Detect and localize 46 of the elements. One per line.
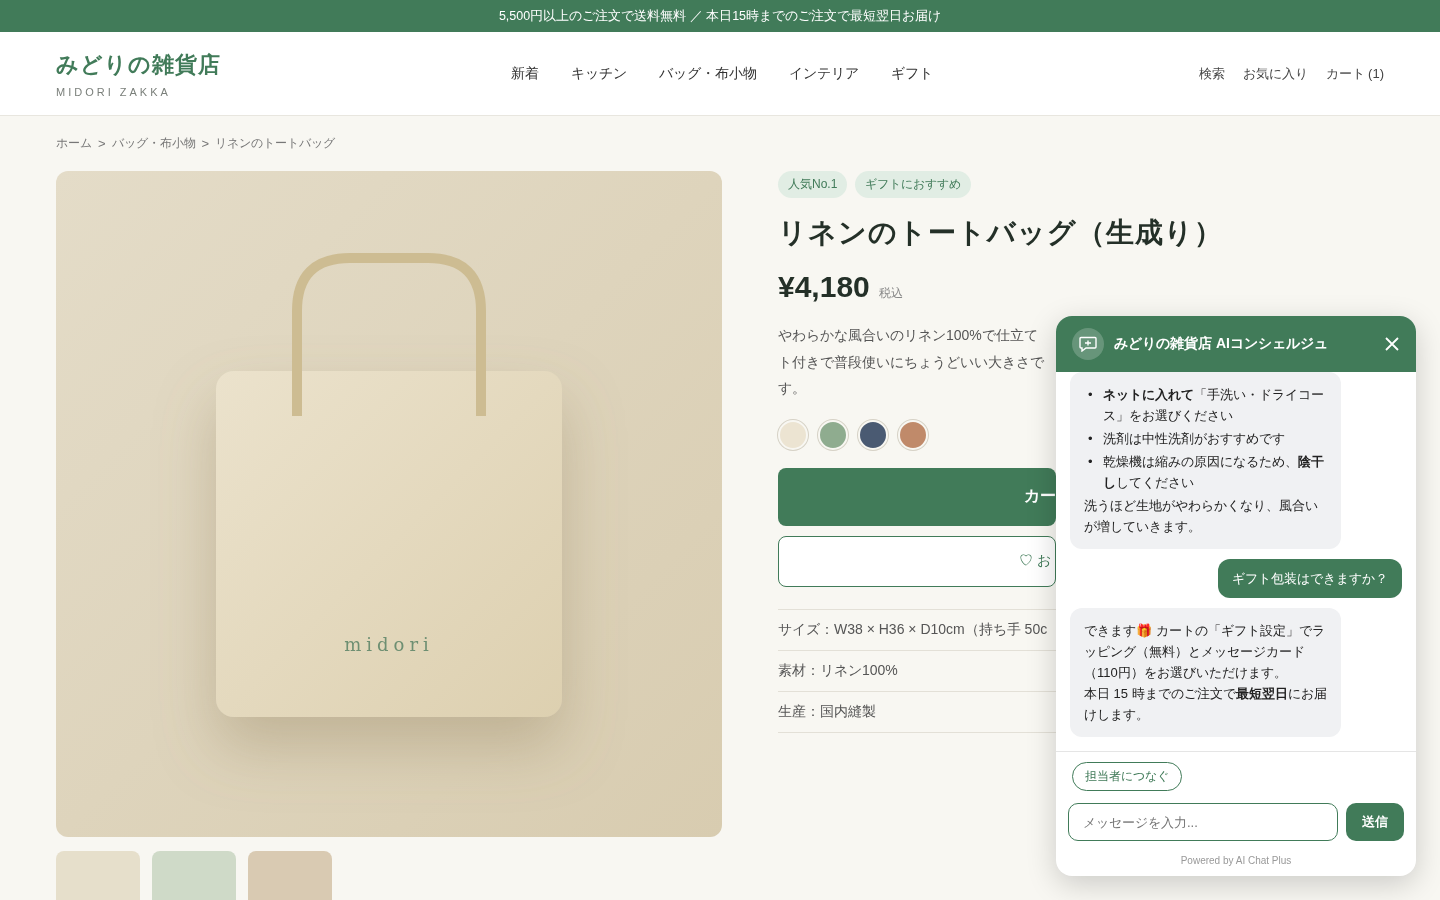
logo-subtitle: MIDORI ZAKKA bbox=[56, 85, 172, 98]
color-swatch[interactable] bbox=[818, 419, 848, 450]
message-list-item: 乾燥機は縮みの原因になるため、陰干ししてください bbox=[1102, 453, 1325, 492]
product-tag: 人気No.1 bbox=[778, 171, 848, 198]
tax-note: 税込 bbox=[878, 285, 903, 302]
nav-link[interactable]: インテリア bbox=[789, 60, 860, 87]
chat-title: みどりの雑貨店 AIコンシェルジュ bbox=[1114, 335, 1329, 353]
description-text: ト付きで普段使いにちょうどいい大きさで bbox=[778, 352, 1044, 372]
announcement-text: 5,500円以上のご注文で送料無料 ／ 本日15時までのご注文で最短翌日お届け bbox=[498, 7, 942, 25]
bullet-marker: • bbox=[1088, 430, 1093, 448]
message-input[interactable]: メッセージを入力... bbox=[1068, 803, 1338, 841]
header-link[interactable]: お気に入り bbox=[1242, 64, 1308, 83]
product-tag: ギフトにおすすめ bbox=[855, 171, 972, 198]
bag-print-text: midori bbox=[344, 634, 434, 655]
breadcrumb-current[interactable]: リネンのトートバッグ bbox=[215, 135, 336, 152]
breadcrumb-link[interactable]: ホーム bbox=[56, 135, 92, 152]
description-text: やわらかな風合いのリネン100%で仕立て bbox=[778, 326, 1039, 345]
store-logo[interactable]: みどりの雑貨店 bbox=[56, 49, 356, 80]
header-link[interactable]: カート (1) bbox=[1325, 64, 1384, 83]
chat-icon bbox=[1072, 328, 1104, 360]
header-link[interactable]: 検索 bbox=[1198, 64, 1225, 83]
message-list-item: 洗剤は中性洗剤がおすすめです bbox=[1102, 430, 1286, 448]
nav-link[interactable]: キッチン bbox=[571, 60, 628, 87]
powered-by-text: Powered by AI Chat Plus bbox=[1180, 855, 1292, 866]
description-text: す。 bbox=[778, 379, 807, 398]
bullet-marker: • bbox=[1088, 453, 1093, 471]
price: ¥4,180 bbox=[778, 270, 870, 304]
breadcrumb-separator: > bbox=[98, 136, 106, 151]
send-button[interactable]: 送信 bbox=[1346, 803, 1404, 841]
bullet-marker: • bbox=[1088, 386, 1093, 404]
color-swatch[interactable] bbox=[898, 419, 928, 450]
message-text: ギフト包装はできますか？ bbox=[1232, 570, 1388, 588]
add-to-cart-button[interactable]: カー bbox=[778, 467, 1056, 526]
nav-link[interactable]: ギフト bbox=[891, 60, 934, 87]
quick-reply-chip[interactable]: 担当者につなぐ bbox=[1072, 762, 1182, 791]
close-icon[interactable] bbox=[1384, 336, 1400, 352]
color-swatch[interactable] bbox=[778, 419, 808, 450]
breadcrumb-separator: > bbox=[201, 136, 210, 151]
color-swatch[interactable] bbox=[858, 419, 888, 450]
nav-link[interactable]: 新着 bbox=[511, 60, 540, 87]
message-text: 洗うほど生地がやわらかくなり、風合いが増していきます。 bbox=[1084, 497, 1319, 536]
nav-link[interactable]: バッグ・布小物 bbox=[659, 60, 758, 87]
favorite-button[interactable]: ♡ お bbox=[778, 535, 1056, 587]
breadcrumb-link[interactable]: バッグ・布小物 bbox=[111, 135, 196, 152]
product-title: リネンのトートバッグ（生成り） bbox=[778, 216, 1223, 250]
message-list-item: ネットに入れて「手洗い・ドライコース」をお選びください bbox=[1102, 386, 1325, 425]
